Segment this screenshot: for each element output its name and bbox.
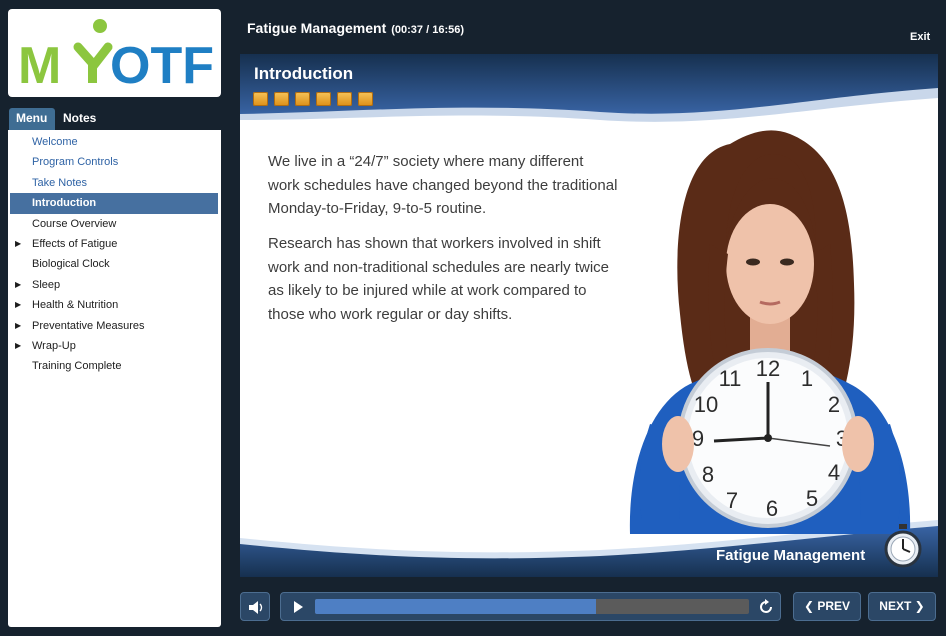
svg-text:2: 2 bbox=[828, 392, 840, 417]
prev-button-label: PREV bbox=[817, 599, 851, 613]
next-button-label: NEXT bbox=[879, 599, 912, 613]
svg-text:4: 4 bbox=[828, 460, 840, 485]
menu-item-welcome[interactable]: Welcome bbox=[10, 132, 218, 152]
progress-box bbox=[337, 92, 352, 106]
menu-item-take-notes[interactable]: Take Notes bbox=[10, 173, 218, 193]
menu-item-biological-clock[interactable]: Biological Clock bbox=[10, 254, 218, 274]
slide-heading: Introduction bbox=[254, 64, 354, 83]
menu-item-training-complete[interactable]: Training Complete bbox=[10, 356, 218, 376]
progress-box bbox=[253, 92, 268, 106]
menu-item-label: Program Controls bbox=[32, 156, 119, 169]
seek-bar-fill bbox=[315, 599, 596, 614]
course-title: Fatigue Management (00:37 / 16:56) bbox=[247, 20, 464, 36]
progress-box bbox=[358, 92, 373, 106]
next-button[interactable]: NEXT ❯ bbox=[868, 592, 936, 621]
seek-bar[interactable] bbox=[315, 599, 749, 614]
tab-menu[interactable]: Menu bbox=[9, 108, 55, 130]
menu-item-label: Effects of Fatigue bbox=[32, 237, 118, 250]
menu-item-health-nutrition[interactable]: ▶ Health & Nutrition bbox=[10, 295, 218, 315]
triangle-right-icon[interactable]: ▶ bbox=[15, 336, 21, 356]
triangle-right-icon[interactable]: ▶ bbox=[15, 316, 21, 336]
menu-item-label: Preventative Measures bbox=[32, 319, 145, 332]
svg-text:7: 7 bbox=[726, 488, 738, 513]
replay-icon[interactable] bbox=[758, 599, 774, 615]
menu-item-label: Course Overview bbox=[32, 217, 117, 230]
menu-item-label: Training Complete bbox=[32, 360, 122, 373]
stopwatch-icon bbox=[884, 524, 922, 568]
woman-holding-clock-image: 12 1 2 3 4 5 6 7 8 9 10 11 bbox=[629, 130, 911, 534]
speaker-icon bbox=[249, 601, 263, 614]
svg-text:11: 11 bbox=[719, 366, 742, 391]
triangle-right-icon[interactable]: ▶ bbox=[15, 234, 21, 254]
menu-item-sleep[interactable]: ▶ Sleep bbox=[10, 275, 218, 295]
slide-paragraph-2: Research has shown that workers involved… bbox=[268, 235, 610, 323]
triangle-right-icon[interactable]: ▶ bbox=[15, 295, 21, 315]
svg-text:8: 8 bbox=[702, 462, 714, 487]
chevron-right-icon: ❯ bbox=[914, 599, 925, 613]
player-bar bbox=[280, 592, 781, 621]
slide-paragraph-1: We live in a “24/7” society where many d… bbox=[268, 153, 618, 217]
progress-box bbox=[316, 92, 331, 106]
logo-text-otf: OTF bbox=[110, 37, 214, 95]
volume-button[interactable] bbox=[240, 592, 270, 621]
prev-button[interactable]: ❮ PREV bbox=[793, 592, 861, 621]
svg-text:12: 12 bbox=[756, 356, 780, 381]
menu-item-label: Health & Nutrition bbox=[32, 299, 119, 312]
triangle-right-icon[interactable]: ▶ bbox=[15, 275, 21, 295]
menu-item-label: Take Notes bbox=[32, 176, 88, 189]
course-title-text: Fatigue Management bbox=[247, 20, 387, 36]
menu-item-effects-of-fatigue[interactable]: ▶ Effects of Fatigue bbox=[10, 234, 218, 254]
play-icon[interactable] bbox=[291, 600, 305, 614]
menu-item-program-controls[interactable]: Program Controls bbox=[10, 152, 218, 172]
logo-text-m: M bbox=[18, 37, 61, 95]
menu-item-wrap-up[interactable]: ▶ Wrap-Up bbox=[10, 336, 218, 356]
tab-notes[interactable]: Notes bbox=[56, 108, 106, 130]
menu-list: Welcome Program Controls Take Notes Intr… bbox=[8, 130, 221, 377]
chevron-left-icon: ❮ bbox=[803, 599, 815, 613]
progress-box bbox=[274, 92, 289, 106]
menu-item-label: Biological Clock bbox=[32, 258, 110, 271]
menu-item-label: Introduction bbox=[32, 197, 97, 210]
course-time: (00:37 / 16:56) bbox=[391, 24, 465, 36]
svg-text:5: 5 bbox=[806, 486, 818, 511]
menu-panel: Welcome Program Controls Take Notes Intr… bbox=[8, 130, 221, 627]
menu-item-label: Sleep bbox=[32, 278, 61, 291]
svg-text:1: 1 bbox=[801, 366, 813, 391]
menu-item-label: Wrap-Up bbox=[32, 339, 76, 352]
myotf-logo: M OTF bbox=[8, 9, 221, 97]
exit-button[interactable]: Exit bbox=[910, 31, 930, 43]
menu-item-preventative-measures[interactable]: ▶ Preventative Measures bbox=[10, 316, 218, 336]
slide-footer-title: Fatigue Management bbox=[716, 547, 866, 564]
svg-text:6: 6 bbox=[766, 496, 778, 521]
menu-item-introduction[interactable]: Introduction bbox=[10, 193, 218, 214]
menu-item-course-overview[interactable]: Course Overview bbox=[10, 214, 218, 234]
menu-item-label: Welcome bbox=[32, 136, 78, 148]
svg-text:10: 10 bbox=[694, 392, 718, 417]
progress-box bbox=[295, 92, 310, 106]
section-progress bbox=[253, 92, 379, 111]
slide: Introduction We live in a “24/7” society… bbox=[240, 54, 938, 577]
